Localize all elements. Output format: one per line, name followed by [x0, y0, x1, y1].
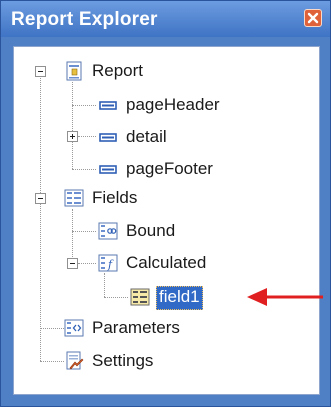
close-button[interactable]	[304, 9, 322, 27]
tree-line	[72, 105, 96, 106]
collapse-fields-toggle[interactable]	[35, 193, 46, 204]
tree-line	[104, 273, 105, 297]
tree-line	[40, 71, 41, 361]
section-icon	[99, 133, 117, 142]
tree-label-bound: Bound	[126, 221, 176, 240]
tree-line	[72, 169, 96, 170]
tree-label-report: Report	[92, 61, 144, 80]
section-icon	[99, 101, 117, 110]
tree-label-page-footer: pageFooter	[126, 159, 213, 178]
tree-label-fields: Fields	[92, 188, 138, 207]
title-bar[interactable]: Report Explorer	[1, 1, 330, 37]
tree-label-calculated: Calculated	[126, 253, 207, 272]
close-icon	[307, 12, 319, 24]
collapse-calculated-toggle[interactable]	[67, 258, 78, 269]
tree-label-detail: detail	[126, 127, 167, 146]
fields-icon	[64, 189, 84, 207]
tree-line	[78, 136, 96, 137]
field-icon	[130, 288, 150, 306]
report-icon	[66, 61, 82, 81]
tree-label-settings: Settings	[92, 351, 154, 370]
window-title: Report Explorer	[11, 9, 158, 30]
tree-line	[78, 263, 96, 264]
tree-label-page-header: pageHeader	[126, 95, 220, 114]
red-arrow-icon	[247, 288, 323, 306]
expand-detail-toggle[interactable]	[67, 131, 78, 142]
collapse-report-toggle[interactable]	[35, 66, 46, 77]
tree-label-parameters: Parameters	[92, 318, 180, 337]
tree-line	[104, 297, 128, 298]
report-explorer-window: Report Explorer Report pageHeader detail…	[0, 0, 331, 407]
tree-panel: Report pageHeader detail pageFooter Fiel…	[13, 46, 320, 395]
tree-line	[40, 328, 64, 329]
tree-line	[72, 231, 96, 232]
parameters-icon	[64, 319, 84, 337]
section-icon	[99, 165, 117, 174]
settings-icon	[66, 351, 84, 370]
bound-field-icon	[98, 222, 118, 240]
calculated-field-icon: f	[98, 254, 118, 272]
tree-label-field1: field1	[156, 286, 203, 310]
tree-line	[72, 209, 73, 263]
tree-line	[72, 82, 73, 169]
tree-line	[40, 361, 64, 362]
